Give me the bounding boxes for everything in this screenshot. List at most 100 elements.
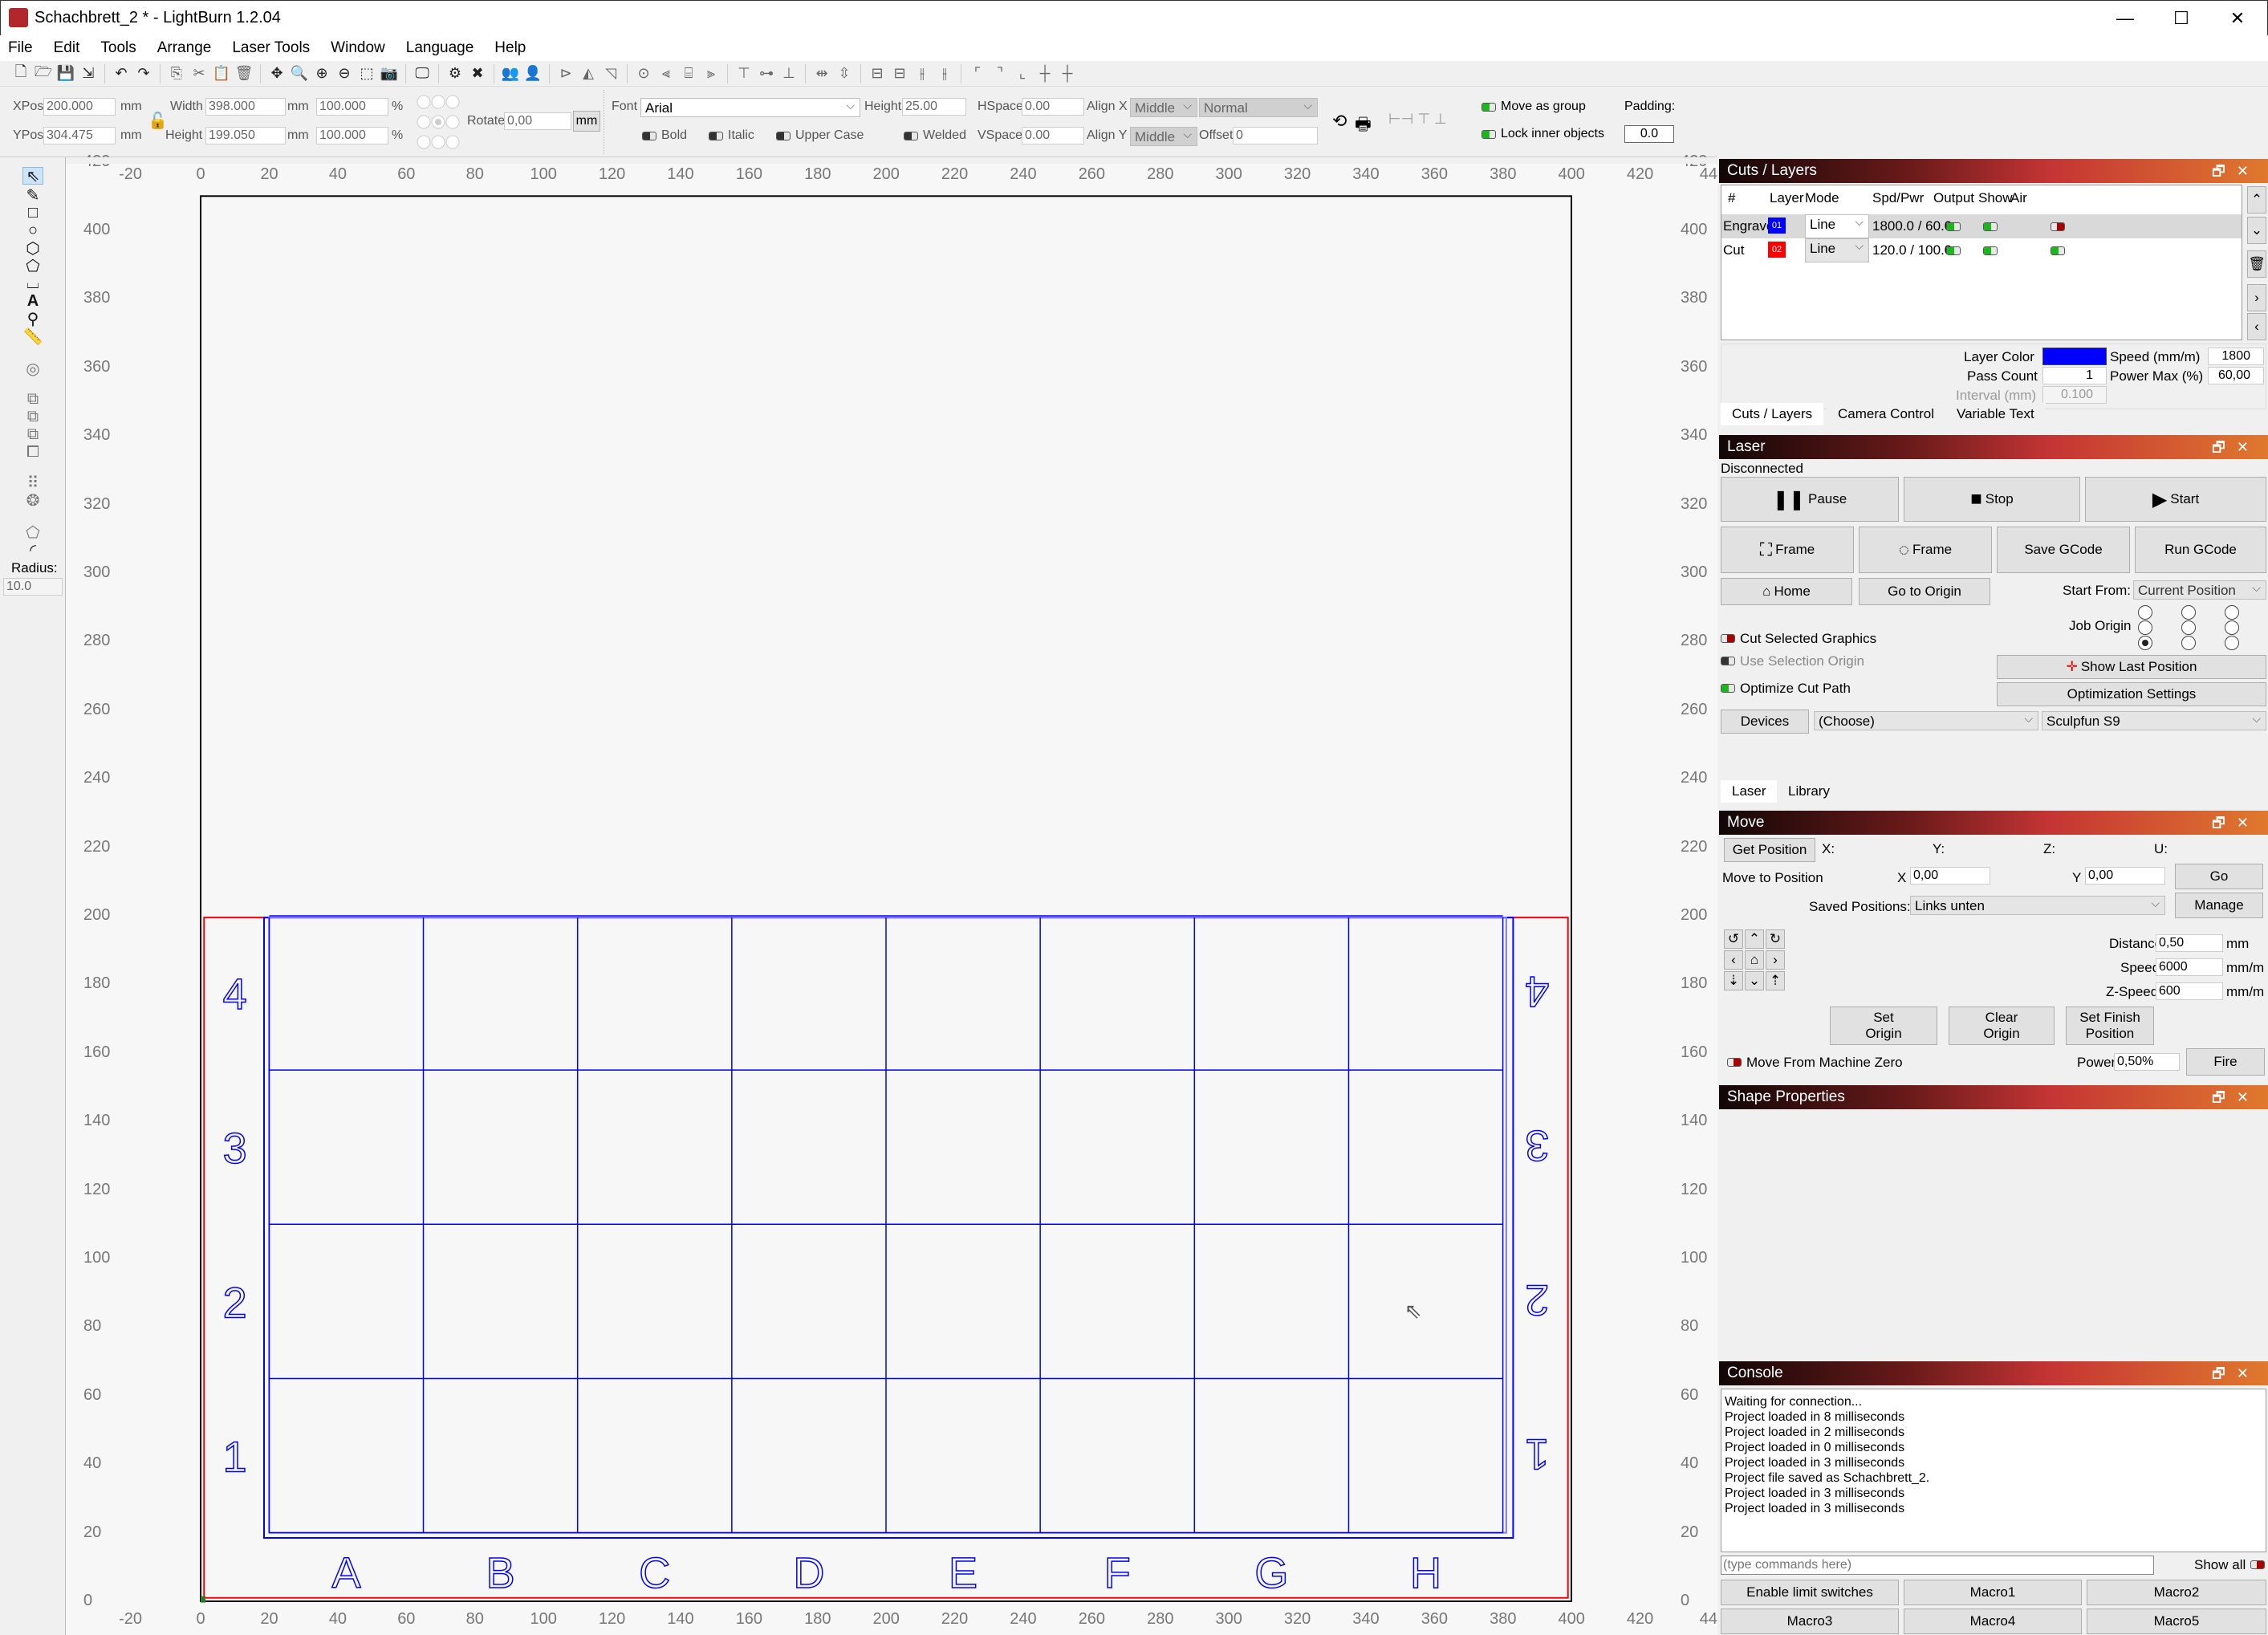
convert-path-icon[interactable]: ⬠ (22, 523, 43, 542)
jog-home-icon[interactable]: ⌂ (1745, 950, 1764, 970)
jog-right-icon[interactable]: › (1766, 950, 1785, 970)
pass-count-input[interactable]: 1 (2042, 367, 2107, 384)
stop-button[interactable]: ■ Stop (1904, 477, 2080, 522)
italic-toggle[interactable] (709, 132, 723, 140)
machine-zero-toggle[interactable] (1727, 1058, 1742, 1067)
distribute-h-icon[interactable]: ⇹ (812, 64, 831, 83)
pack-h-icon[interactable]: ⊟ (868, 64, 887, 83)
menu-laser-tools[interactable]: Laser Tools (232, 39, 310, 57)
go-button[interactable]: Go (2175, 864, 2263, 889)
ypos-input[interactable]: 304.475 (43, 127, 116, 144)
hspace-input[interactable]: 0.00 (1022, 98, 1084, 116)
radius-input[interactable]: 10.0 (3, 578, 63, 596)
rotate-input[interactable]: 0,00 (504, 112, 571, 130)
boolean-intersect-icon[interactable]: ⧠ (22, 443, 43, 461)
weld-icon[interactable]: ⧉ (22, 390, 43, 408)
unit-toggle-button[interactable]: mm (573, 111, 600, 132)
padding-input[interactable]: 0.0 (1624, 125, 1674, 143)
output-toggle[interactable] (1946, 246, 1961, 255)
offset-input[interactable]: 0 (1233, 127, 1318, 144)
job-origin-grid[interactable] (2132, 604, 2265, 652)
set-origin-button[interactable]: Set Origin (1830, 1007, 1937, 1045)
menu-tools[interactable]: Tools (100, 39, 136, 57)
optimize-toggle[interactable] (1721, 684, 1735, 693)
rotate-ccw-icon[interactable]: ↺ (1724, 929, 1743, 949)
monitor-icon[interactable]: 🖵 (413, 64, 432, 83)
show-toggle[interactable] (1983, 222, 1998, 231)
draw-lines-icon[interactable]: ✎ (22, 186, 43, 205)
show-toggle[interactable] (1983, 246, 1998, 255)
menu-language[interactable]: Language (406, 39, 474, 57)
home-button[interactable]: ⌂ Home (1721, 578, 1852, 605)
alignx-select[interactable]: Middle (1130, 98, 1197, 117)
start-from-select[interactable]: Current Position (2133, 580, 2266, 600)
minimize-button[interactable]: — (2097, 1, 2153, 36)
boolean-union-icon[interactable]: ⧉ (22, 408, 43, 425)
layer-up-button[interactable]: ⌃ (2247, 186, 2266, 214)
menu-window[interactable]: Window (331, 39, 385, 57)
move-icon[interactable]: ✥ (267, 64, 287, 83)
pack-v-icon[interactable]: ⊟ (890, 64, 909, 83)
edit-polygon-icon[interactable]: ⬠ (22, 257, 43, 275)
undo-icon[interactable]: ↶ (112, 64, 131, 83)
layer-collapse-button[interactable]: ‹ (2247, 313, 2266, 340)
corner-bl-icon[interactable]: ⌞ (1013, 64, 1032, 83)
width-percent-input[interactable]: 100.000 (316, 98, 388, 116)
height-percent-input[interactable]: 100.000 (316, 127, 388, 144)
start-button[interactable]: ▶ Start (2085, 477, 2266, 522)
dock-h-icon[interactable]: ⫲ (912, 64, 932, 83)
print-cut-icon[interactable]: 🖶 (1355, 111, 1372, 141)
align-center-icon[interactable]: ⌸ (679, 64, 698, 83)
camera-icon[interactable]: 📷 (380, 64, 399, 83)
layer-color-swatch[interactable]: 02 (1768, 242, 1786, 258)
go-to-origin-button[interactable]: Go to Origin (1859, 578, 1990, 605)
cross-center-icon[interactable]: ┼ (1035, 64, 1055, 83)
lock-inner-toggle[interactable] (1482, 130, 1496, 139)
corner-tr-icon[interactable]: ⌝ (990, 64, 1010, 83)
frame-button[interactable]: ⛶ Frame (1721, 527, 1854, 573)
layer-row-cut[interactable]: Cut 02 Line 120.0 / 100.0 (1721, 238, 2242, 262)
distance-input[interactable]: 0,50 (2156, 934, 2223, 952)
show-all-toggle[interactable] (2250, 1560, 2265, 1569)
interval-input[interactable]: 0.100 (2042, 386, 2107, 404)
pause-button[interactable]: ❚❚ Pause (1721, 477, 1899, 522)
offset-icon[interactable]: ◎ (22, 360, 43, 378)
jog-down-icon[interactable]: ⌄ (1745, 971, 1764, 990)
cut-icon[interactable]: ✂ (189, 64, 209, 83)
zoom-out-icon[interactable]: ⊖ (335, 64, 354, 83)
new-file-icon[interactable]: 🗋 (11, 63, 30, 83)
jog-speed-input[interactable]: 6000 (2156, 958, 2223, 976)
tab-cuts-layers[interactable]: Cuts / Layers (1721, 403, 1824, 425)
speed-input[interactable]: 1800 (2208, 348, 2264, 365)
dock-controls-icon[interactable]: 🗗✕ (2212, 813, 2260, 837)
upper-case-toggle[interactable] (776, 132, 791, 140)
width-input[interactable]: 398.000 (205, 98, 286, 116)
fire-button[interactable]: Fire (2186, 1048, 2265, 1076)
align-left-icon[interactable]: ⫷ (656, 64, 676, 83)
air-toggle[interactable] (2051, 246, 2065, 255)
corner-radius-icon[interactable]: ◜ (22, 541, 43, 559)
tab-camera-control[interactable]: Camera Control (1827, 403, 1945, 425)
layer-mode-select[interactable]: Line (1805, 238, 1869, 262)
xpos-input[interactable]: 200.000 (43, 98, 116, 116)
dock-v-icon[interactable]: ⫲ (935, 64, 954, 83)
device-settings-icon[interactable]: ✖ (468, 64, 487, 83)
text-icon[interactable]: A (22, 292, 43, 310)
flip-horizontal-icon[interactable]: ⊳ (556, 64, 575, 83)
corner-tl-icon[interactable]: ⌜ (968, 64, 987, 83)
height-input[interactable]: 199.050 (205, 127, 286, 144)
jog-up-icon[interactable]: ⌃ (1745, 929, 1764, 949)
run-gcode-button[interactable]: Run GCode (2135, 527, 2266, 573)
tab-variable-text[interactable]: Variable Text (1945, 403, 2046, 425)
menu-help[interactable]: Help (494, 39, 526, 57)
move-y-input[interactable]: 0,00 (2085, 867, 2165, 885)
grid-array-icon[interactable]: ⠿ (22, 474, 43, 492)
manage-button[interactable]: Manage (2175, 893, 2263, 918)
save-gcode-button[interactable]: Save GCode (1997, 527, 2130, 573)
macro2-button[interactable]: Macro2 (2087, 1580, 2266, 1605)
layer-color-swatch[interactable]: 01 (1768, 218, 1786, 234)
rotate-view-icon[interactable]: ⟲ (1332, 111, 1347, 132)
menu-file[interactable]: File (8, 39, 33, 57)
zoom-in-icon[interactable]: ⊕ (312, 64, 331, 83)
save-icon[interactable]: 💾 (56, 64, 75, 83)
